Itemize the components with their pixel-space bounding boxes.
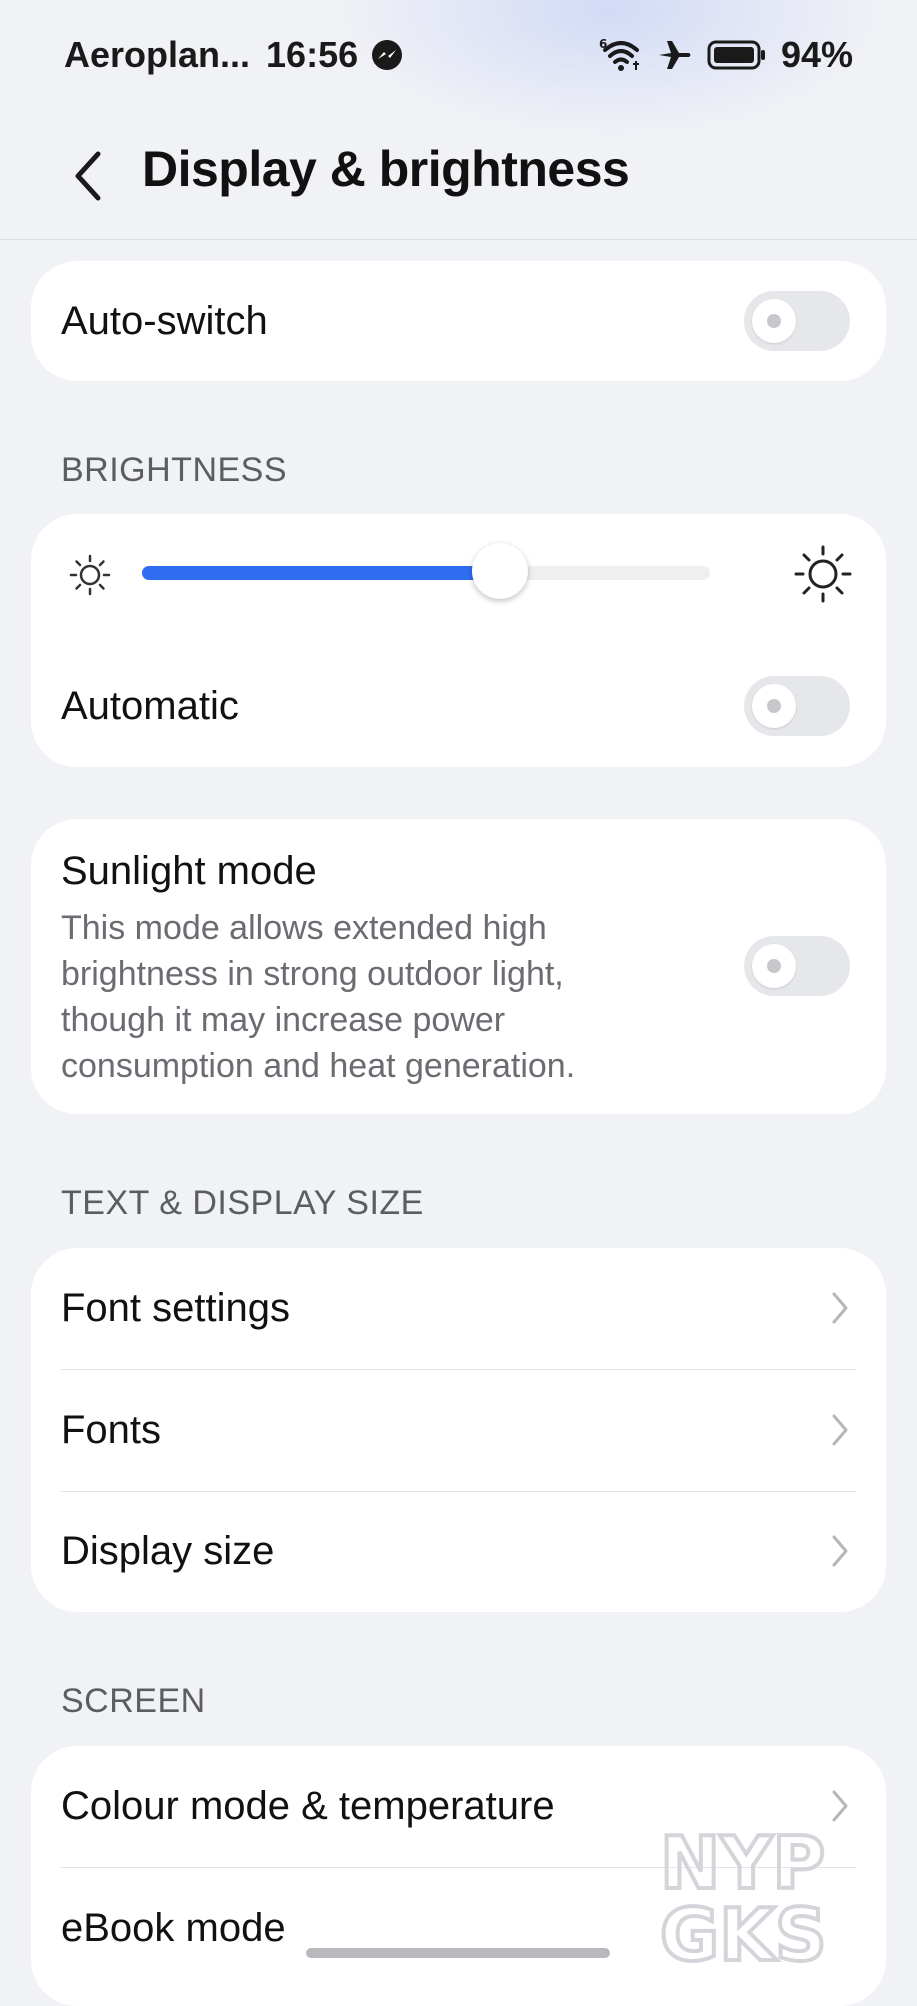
airplane-icon bbox=[657, 37, 693, 73]
text-display-card: Font settings Fonts Display size bbox=[31, 1248, 886, 1612]
watermark-line-2: GKS bbox=[660, 1893, 827, 1970]
list-item-font-settings[interactable]: Font settings bbox=[31, 1248, 886, 1369]
back-arrow-icon bbox=[75, 151, 101, 201]
back-button[interactable] bbox=[70, 146, 114, 206]
brightness-section-title: BRIGHTNESS bbox=[61, 451, 288, 489]
chevron-right-icon bbox=[832, 1535, 848, 1567]
brightness-slider[interactable] bbox=[142, 543, 710, 599]
list-item-fonts[interactable]: Fonts bbox=[31, 1370, 886, 1491]
automatic-label: Automatic bbox=[61, 684, 239, 728]
status-right: 6 94% bbox=[599, 34, 853, 76]
wifi-icon: 6 bbox=[599, 36, 643, 74]
screen-section-title: SCREEN bbox=[61, 1682, 206, 1720]
list-item-label: Font settings bbox=[61, 1286, 291, 1330]
brightness-card: Automatic bbox=[31, 514, 886, 767]
battery-percent: 94% bbox=[780, 34, 853, 75]
brightness-slider-thumb[interactable] bbox=[471, 543, 528, 599]
battery-icon bbox=[707, 39, 767, 71]
list-item-label: Fonts bbox=[61, 1408, 162, 1452]
brightness-low-icon bbox=[67, 552, 113, 603]
chevron-right-icon bbox=[832, 1292, 848, 1324]
toggle-knob bbox=[752, 299, 796, 343]
clock-text: 16:56 bbox=[266, 34, 359, 75]
watermark-logo: NYP GKS bbox=[658, 1820, 829, 1970]
sunlight-mode-description: This mode allows extended high brightnes… bbox=[61, 909, 576, 1085]
home-indicator[interactable] bbox=[306, 1948, 610, 1958]
list-item-label: Colour mode & temperature bbox=[61, 1784, 555, 1828]
status-bar: Aeroplan... 16:56 6 94% bbox=[0, 0, 917, 110]
status-left: Aeroplan... 16:56 bbox=[64, 34, 404, 76]
auto-switch-label: Auto-switch bbox=[61, 299, 268, 343]
toggle-knob bbox=[752, 944, 796, 988]
sunlight-mode-toggle[interactable] bbox=[744, 936, 850, 996]
toggle-knob bbox=[752, 684, 796, 728]
carrier-text: Aeroplan... bbox=[64, 34, 251, 75]
sunlight-mode-title: Sunlight mode bbox=[61, 849, 317, 893]
text-display-section-title: TEXT & DISPLAY SIZE bbox=[61, 1184, 424, 1222]
auto-switch-card: Auto-switch bbox=[31, 261, 886, 381]
list-item-label: eBook mode bbox=[61, 1906, 286, 1950]
auto-switch-toggle[interactable] bbox=[744, 291, 850, 351]
automatic-toggle[interactable] bbox=[744, 676, 850, 736]
header: Display & brightness bbox=[0, 110, 917, 240]
brightness-high-icon bbox=[793, 544, 853, 609]
page-title: Display & brightness bbox=[142, 141, 630, 197]
list-item-label: Display size bbox=[61, 1529, 275, 1573]
list-item-display-size[interactable]: Display size bbox=[31, 1492, 886, 1612]
sunlight-mode-card: Sunlight mode This mode allows extended … bbox=[31, 819, 886, 1114]
brightness-slider-fill bbox=[142, 566, 500, 580]
messenger-icon bbox=[370, 38, 404, 72]
chevron-right-icon bbox=[832, 1414, 848, 1446]
